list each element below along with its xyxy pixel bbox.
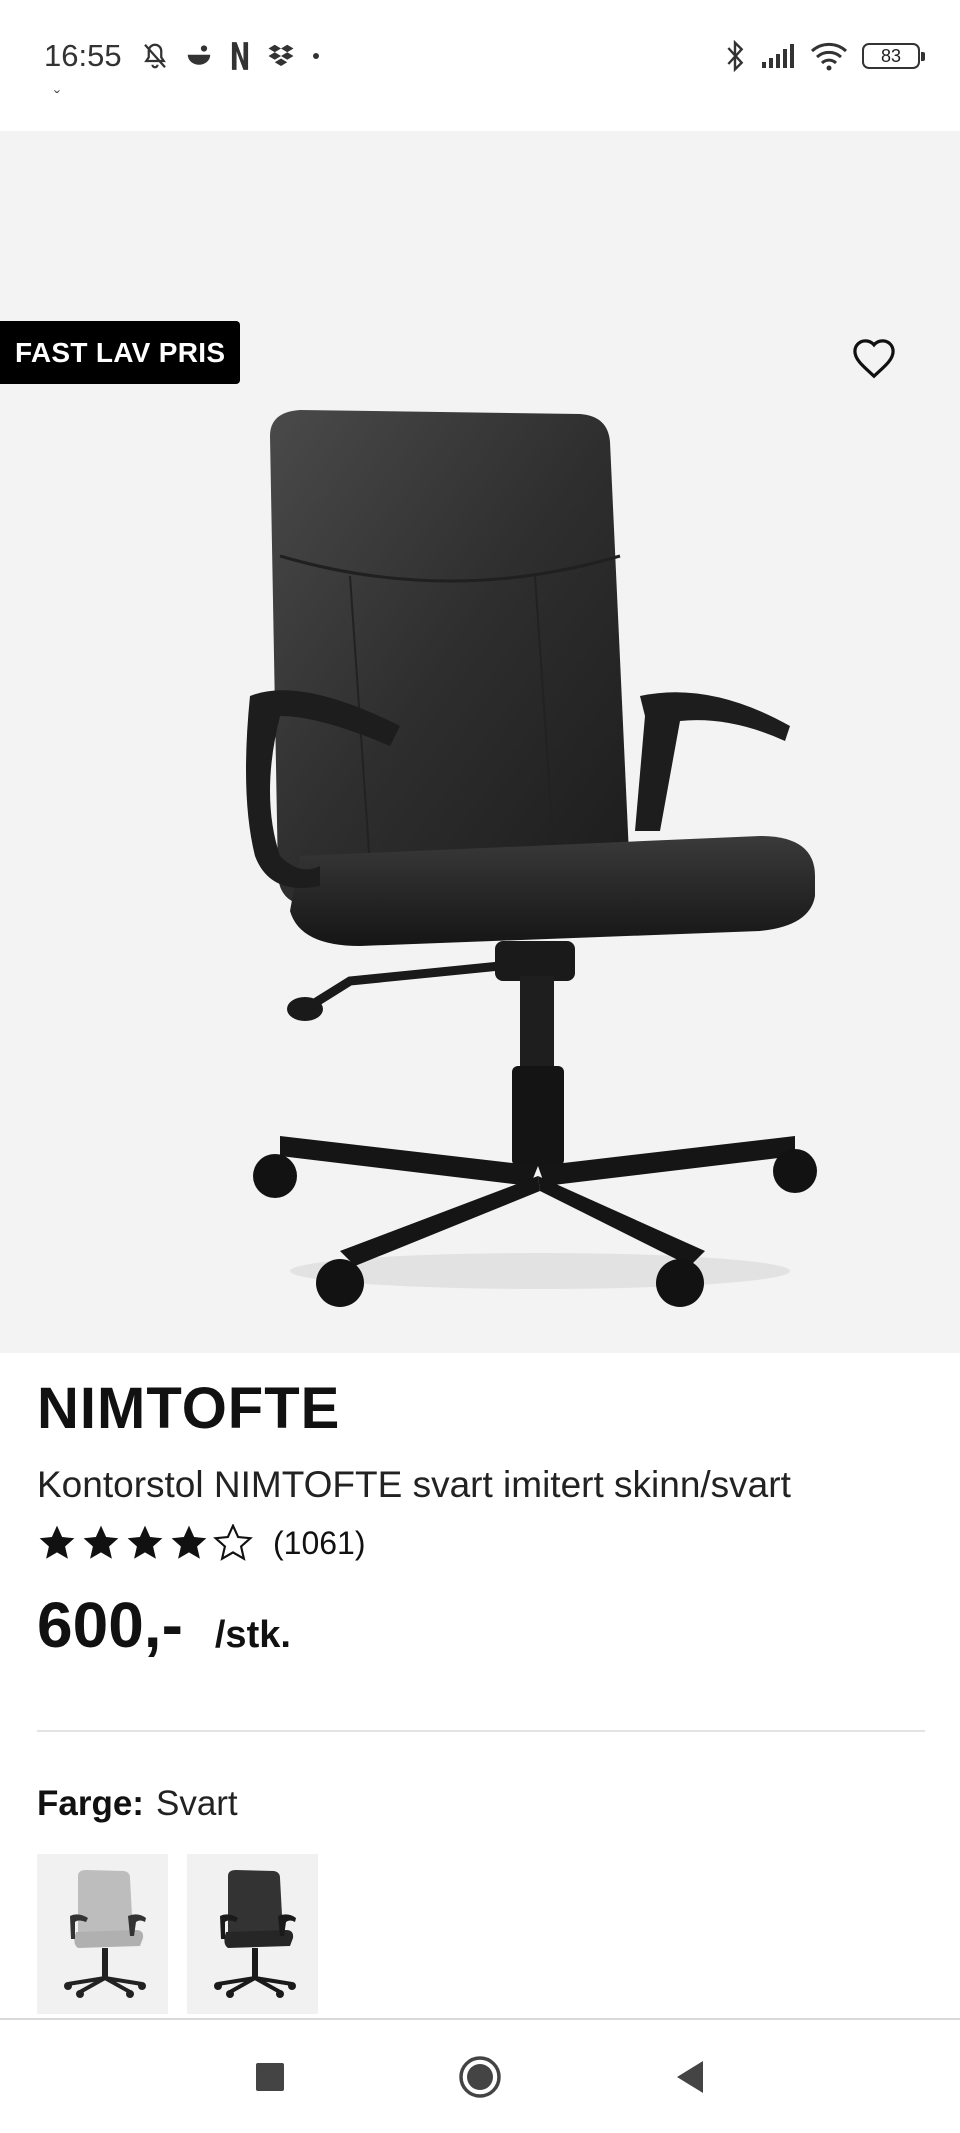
product-brand: NIMTOFTE [37,1376,341,1441]
wifi-icon [810,41,848,71]
price-row: 600,- /stk. [37,1588,927,1662]
color-selector-label: Farge: Svart [37,1784,238,1824]
chair-thumbnail-grey [63,1870,146,1998]
color-value: Svart [155,1784,238,1823]
product-title: Kontorstol NIMTOFTE svart imitert skinn/… [37,1464,791,1505]
dot-icon [310,50,322,62]
header-remnant: ˇ [54,88,60,108]
swatch-grey[interactable] [37,1854,168,2014]
color-label: Farge: [37,1784,144,1823]
star-filled-icon [83,1525,119,1559]
product-rating[interactable]: (1061) [37,1524,927,1562]
status-bar: 16:55 83 [0,0,960,112]
heart-icon [853,339,895,379]
rating-stars [37,1524,253,1562]
home-icon [459,2055,501,2098]
signal-icon [760,42,796,70]
product-gallery[interactable]: FAST LAV PRIS [0,131,960,1353]
recent-apps-button[interactable] [240,2047,300,2107]
product-info: NIMTOFTE Kontorstol NIMTOFTE svart imite… [37,1375,927,1662]
price-badge: FAST LAV PRIS [0,321,241,384]
product-price: 600,- [37,1589,183,1661]
dropbox-icon [266,41,296,71]
system-nav-bar [0,2018,960,2133]
price-unit: /stk. [214,1614,291,1656]
swatch-black[interactable] [187,1854,318,2014]
app-icon [184,41,214,71]
home-button[interactable] [450,2047,510,2107]
back-button[interactable] [660,2047,720,2107]
rating-count[interactable]: (1061) [273,1525,366,1562]
color-swatches [37,1854,318,2014]
netflix-icon [228,41,252,71]
recent-apps-icon [256,2062,284,2091]
star-filled-icon [39,1525,75,1559]
star-filled-icon [127,1525,163,1559]
notifications-off-icon [140,41,170,71]
chair-thumbnail-black [213,1870,296,1998]
bluetooth-icon [724,40,746,72]
back-icon [677,2060,703,2093]
star-empty-icon [213,1524,253,1561]
favorite-button[interactable] [845,329,903,387]
battery-icon: 83 [862,43,925,69]
star-filled-icon [171,1525,207,1559]
product-image[interactable] [240,406,820,1326]
divider [37,1730,925,1732]
status-time: 16:55 [44,38,122,73]
